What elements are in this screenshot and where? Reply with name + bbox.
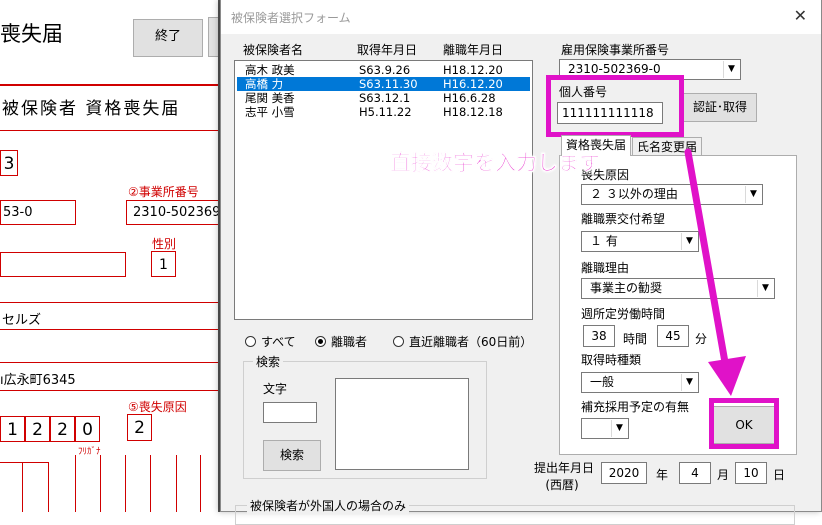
annotation-arrow-icon bbox=[684, 148, 746, 396]
tab-loss[interactable]: 資格喪失届 bbox=[561, 135, 632, 156]
